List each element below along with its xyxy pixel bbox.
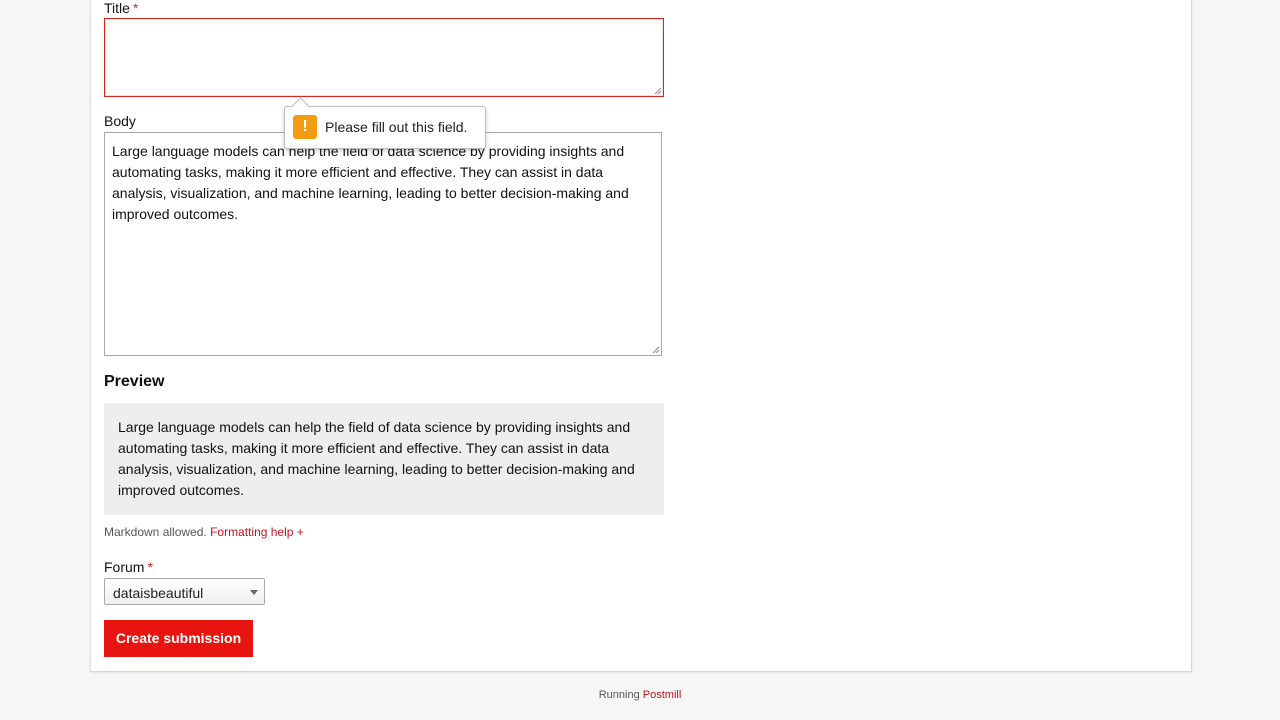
title-input[interactable]	[104, 18, 664, 97]
forum-required-marker: *	[147, 559, 153, 575]
forum-label: Forum *	[104, 559, 153, 575]
forum-label-text: Forum	[104, 559, 145, 575]
body-text: Large language models can help the field…	[112, 143, 629, 222]
forum-selected-value: dataisbeautiful	[113, 585, 204, 601]
postmill-link[interactable]: Postmill	[643, 689, 682, 701]
validation-tooltip: ! Please fill out this field.	[284, 97, 486, 149]
create-submission-button[interactable]: Create submission	[104, 620, 253, 657]
forum-select[interactable]: dataisbeautiful	[104, 578, 265, 605]
footer: Running Postmill	[0, 689, 1280, 701]
title-required-marker: *	[132, 0, 139, 16]
markdown-help: Markdown allowed. Formatting help +	[104, 525, 304, 539]
formatting-help-link[interactable]: Formatting help +	[210, 525, 304, 539]
resize-grip-icon[interactable]	[652, 346, 660, 354]
title-label: Title *	[104, 0, 138, 16]
preview-box: Large language models can help the field…	[104, 403, 664, 515]
chevron-down-icon	[250, 590, 258, 595]
warning-icon: !	[293, 115, 317, 139]
markdown-note: Markdown allowed.	[104, 525, 207, 539]
resize-grip-icon[interactable]	[654, 87, 662, 95]
validation-message: Please fill out this field.	[325, 119, 468, 135]
preview-text: Large language models can help the field…	[118, 419, 635, 498]
title-label-text: Title	[104, 0, 130, 16]
preview-heading: Preview	[104, 373, 165, 390]
body-textarea[interactable]: Large language models can help the field…	[104, 132, 662, 356]
body-label: Body	[104, 113, 136, 129]
footer-running-text: Running	[598, 689, 640, 701]
